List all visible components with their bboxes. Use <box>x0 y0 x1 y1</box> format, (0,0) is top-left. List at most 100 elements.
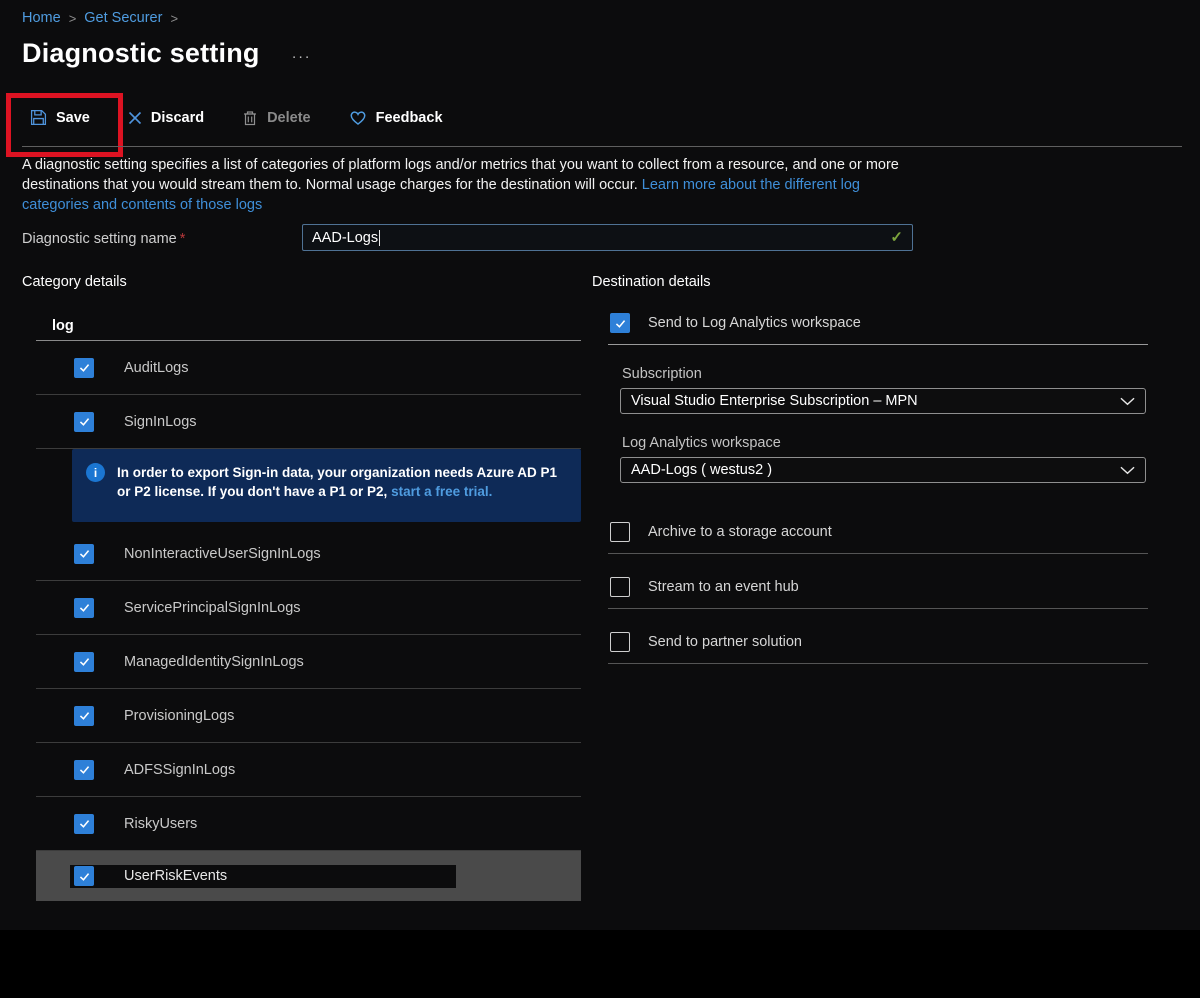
category-checkbox[interactable] <box>74 412 94 432</box>
divider <box>608 553 1148 554</box>
category-label: NonInteractiveUserSignInLogs <box>124 546 321 562</box>
log-group-header: log <box>52 318 74 334</box>
discard-label: Discard <box>151 110 204 126</box>
destination-option-label: Send to partner solution <box>648 634 802 650</box>
divider <box>608 608 1148 609</box>
destination-details-heading: Destination details <box>592 274 1148 290</box>
chevron-down-icon <box>1120 466 1135 475</box>
category-checkbox[interactable] <box>74 706 94 726</box>
category-label: ADFSSignInLogs <box>124 762 235 778</box>
destination-option-block: Archive to a storage account <box>592 522 1148 554</box>
check-icon <box>78 870 91 883</box>
destination-option-label: Archive to a storage account <box>648 524 832 540</box>
signin-banner-text: In order to export Sign-in data, your or… <box>117 463 567 501</box>
divider <box>608 663 1148 664</box>
category-checkbox[interactable] <box>74 544 94 564</box>
category-row[interactable]: ServicePrincipalSignInLogs <box>36 581 581 635</box>
destination-checkbox[interactable] <box>610 577 630 597</box>
category-checkbox[interactable] <box>74 598 94 618</box>
category-row[interactable]: NonInteractiveUserSignInLogs <box>36 527 581 581</box>
category-label: SignInLogs <box>124 414 197 430</box>
valid-check-icon: ✓ <box>890 228 903 246</box>
toolbar-divider <box>22 146 1182 147</box>
page-title: Diagnostic setting <box>22 38 260 69</box>
category-label: AuditLogs <box>124 360 189 376</box>
category-row[interactable]: ManagedIdentitySignInLogs <box>36 635 581 689</box>
breadcrumb-home[interactable]: Home <box>22 10 61 26</box>
category-checkbox[interactable] <box>74 358 94 378</box>
delete-icon <box>242 110 258 126</box>
destination-options-list: Archive to a storage account Stream to a… <box>592 522 1148 664</box>
destination-checkbox[interactable] <box>610 522 630 542</box>
description-text: A diagnostic setting specifies a list of… <box>22 155 914 215</box>
save-button[interactable]: Save <box>30 109 90 126</box>
workspace-dropdown[interactable]: AAD-Logs ( westus2 ) <box>620 457 1146 483</box>
destination-checkbox[interactable] <box>610 632 630 652</box>
destination-option[interactable]: Send to partner solution <box>610 632 1148 652</box>
delete-button[interactable]: Delete <box>242 110 311 126</box>
discard-icon <box>128 111 142 125</box>
check-icon <box>78 763 91 776</box>
subscription-value: Visual Studio Enterprise Subscription – … <box>631 393 918 409</box>
category-details-heading: Category details <box>22 274 127 290</box>
text-caret <box>379 230 380 246</box>
category-row[interactable]: RiskyUsers <box>36 797 581 851</box>
breadcrumb: Home > Get Securer > <box>22 10 186 26</box>
free-trial-link[interactable]: start a free trial. <box>391 484 492 499</box>
category-label: RiskyUsers <box>124 816 197 832</box>
send-to-log-analytics-option[interactable]: Send to Log Analytics workspace <box>610 313 1148 333</box>
workspace-label: Log Analytics workspace <box>622 435 1148 451</box>
category-row[interactable]: UserRiskEvents <box>36 851 581 901</box>
category-label: ProvisioningLogs <box>124 708 234 724</box>
category-checkbox[interactable] <box>74 760 94 780</box>
category-checkbox[interactable] <box>74 652 94 672</box>
title-row: Diagnostic setting ··· <box>22 38 311 69</box>
save-label: Save <box>56 110 90 126</box>
check-icon <box>78 415 91 428</box>
category-checkbox[interactable] <box>74 814 94 834</box>
name-label: Diagnostic setting name* <box>22 231 185 247</box>
check-icon <box>78 547 91 560</box>
check-icon <box>78 655 91 668</box>
name-label-text: Diagnostic setting name <box>22 231 177 247</box>
breadcrumb-separator: > <box>69 11 77 26</box>
check-icon <box>614 317 627 330</box>
diagnostic-setting-page: Home > Get Securer > Diagnostic setting … <box>0 0 1200 998</box>
check-icon <box>78 601 91 614</box>
feedback-label: Feedback <box>376 110 443 126</box>
breadcrumb-get-securer[interactable]: Get Securer <box>84 10 162 26</box>
feedback-button[interactable]: Feedback <box>349 109 443 126</box>
signin-banner: i In order to export Sign-in data, your … <box>72 449 581 522</box>
check-icon <box>78 361 91 374</box>
footer-strip <box>0 930 1200 998</box>
breadcrumb-separator: > <box>170 11 178 26</box>
check-icon <box>78 709 91 722</box>
category-list: AuditLogs SignInLogs i In order to expor… <box>36 340 581 901</box>
workspace-value: AAD-Logs ( westus2 ) <box>631 462 772 478</box>
save-icon <box>30 109 47 126</box>
category-row[interactable]: SignInLogs <box>36 395 581 449</box>
category-row[interactable]: ProvisioningLogs <box>36 689 581 743</box>
required-mark: * <box>180 231 186 247</box>
subscription-label: Subscription <box>622 366 1148 382</box>
check-icon <box>78 817 91 830</box>
chevron-down-icon <box>1120 397 1135 406</box>
category-row[interactable]: ADFSSignInLogs <box>36 743 581 797</box>
subscription-dropdown[interactable]: Visual Studio Enterprise Subscription – … <box>620 388 1146 414</box>
send-to-log-analytics-checkbox[interactable] <box>610 313 630 333</box>
heart-icon <box>349 109 367 126</box>
send-to-log-analytics-label: Send to Log Analytics workspace <box>648 315 861 331</box>
name-input-value: AAD-Logs <box>312 230 378 246</box>
destination-option-block: Stream to an event hub <box>592 577 1148 609</box>
more-options-button[interactable]: ··· <box>292 42 312 65</box>
diagnostic-setting-name-input[interactable]: AAD-Logs ✓ <box>302 224 913 251</box>
category-row[interactable]: AuditLogs <box>36 341 581 395</box>
category-checkbox[interactable] <box>74 866 94 886</box>
divider <box>608 344 1148 345</box>
discard-button[interactable]: Discard <box>128 110 204 126</box>
destination-details-section: Destination details Send to Log Analytic… <box>592 274 1148 687</box>
delete-label: Delete <box>267 110 311 126</box>
toolbar: Save Discard Delete Feedback <box>30 109 443 126</box>
destination-option[interactable]: Archive to a storage account <box>610 522 1148 542</box>
destination-option[interactable]: Stream to an event hub <box>610 577 1148 597</box>
